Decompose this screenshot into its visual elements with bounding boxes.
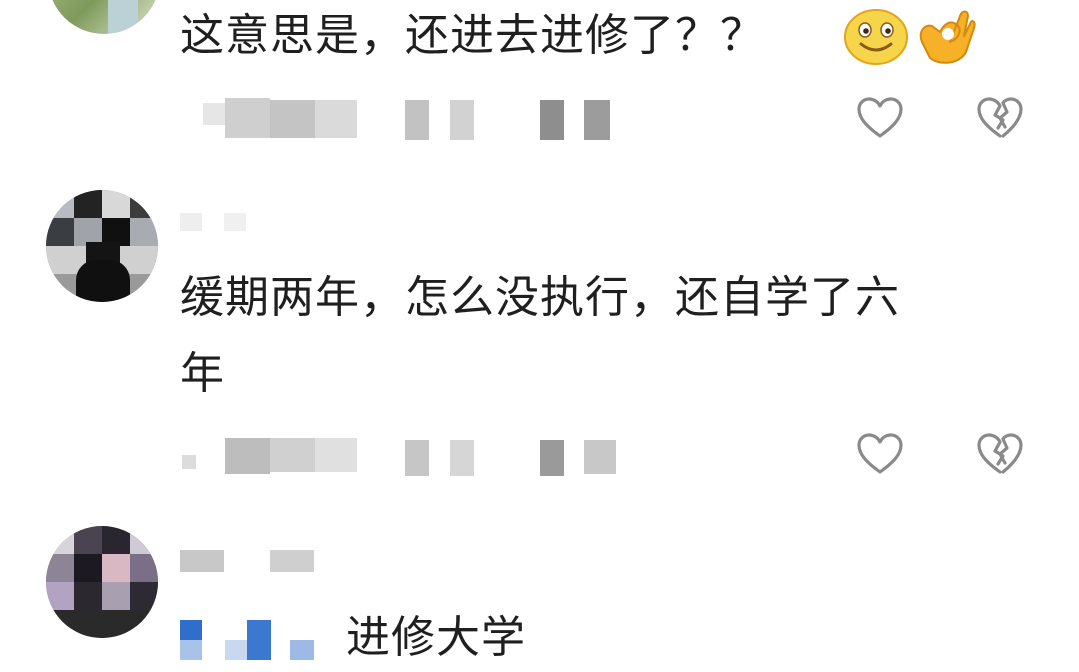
dislike-icon[interactable] [976,432,1024,476]
avatar-comment-1[interactable] [48,0,160,34]
avatar-comment-3[interactable] [46,526,158,638]
ok-hand-emoji [919,10,976,64]
like-icon[interactable] [856,96,904,140]
smiling-face-emoji [844,9,908,65]
avatar-comment-2[interactable] [46,190,158,302]
dislike-icon[interactable] [976,96,1024,140]
comment-3-text: 进修大学 [346,612,526,663]
comment-2-text-line1: 缓期两年，怎么没执行，还自学了六 [180,272,900,323]
comment-2-username-blurred [180,213,202,231]
comment-1-text: 这意思是，还进去进修了？？ [180,10,765,61]
like-icon[interactable] [856,432,904,476]
comment-2-text-line2: 年 [180,348,225,399]
comment-3-username-blurred [180,550,224,572]
